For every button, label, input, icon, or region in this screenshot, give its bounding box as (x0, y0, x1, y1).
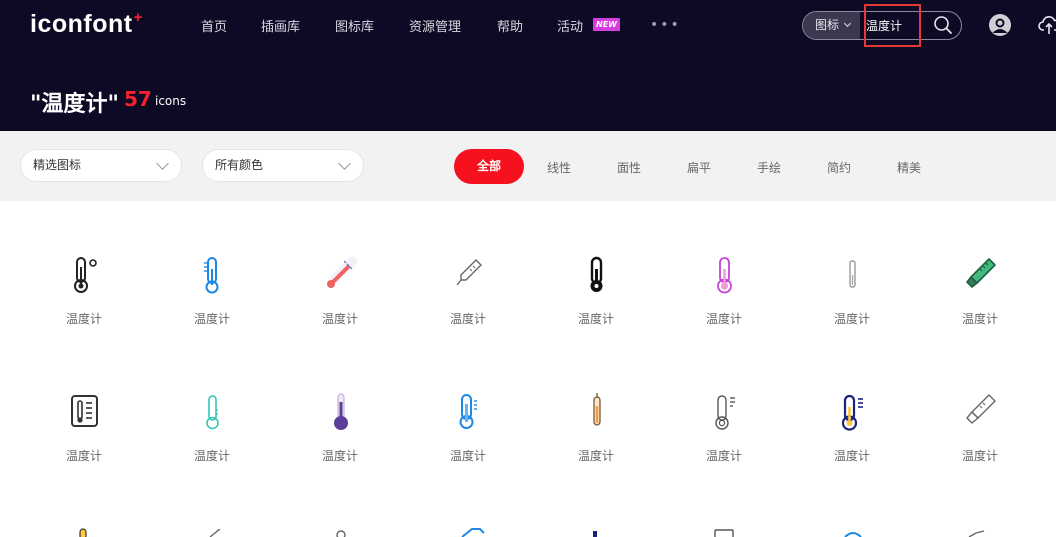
icon-card[interactable]: 温度计 (916, 255, 1044, 365)
icon-label: 温度计 (961, 312, 998, 326)
icon-label: 温度计 (449, 449, 486, 463)
icon-card[interactable]: 温度计 (788, 255, 916, 365)
thermometer-orange-icon (593, 393, 601, 426)
icon-card[interactable]: 温度计 (276, 255, 404, 365)
thermometer-panel-icon (71, 395, 98, 427)
icon-label: 温度计 (193, 449, 230, 463)
icon-card[interactable]: 温度计 (276, 392, 404, 502)
all-colors-dropdown[interactable]: 所有颜色 (202, 149, 364, 182)
icon-label: 温度计 (193, 312, 230, 326)
icon-label: 温度计 (577, 449, 614, 463)
tab-flat[interactable]: 扁平 (687, 159, 711, 176)
chevron-down-icon (843, 19, 852, 28)
thermometer-purple-icon (717, 257, 732, 294)
thermometer-blue-icon (204, 257, 219, 294)
icon-label: 温度计 (321, 312, 358, 326)
nav-home[interactable]: 首页 (201, 16, 227, 35)
thermometer-violet-bulb-icon (334, 393, 348, 430)
chevron-down-icon (156, 157, 169, 170)
thermometer-navy-yellow-icon (841, 394, 863, 431)
thermometer-partial-icon[interactable] (712, 528, 736, 537)
tab-hand-drawn[interactable]: 手绘 (757, 159, 781, 176)
nav-icon-library[interactable]: 图标库 (335, 16, 374, 35)
thermometer-partial-icon[interactable] (966, 528, 992, 537)
icon-label: 温度计 (961, 449, 998, 463)
icon-label: 温度计 (65, 312, 102, 326)
tab-simple[interactable]: 简约 (827, 159, 851, 176)
icon-grid: 温度计 温度计 温度计 温度计 温度计 温度计 温度计 温度计 温度计 温度计 … (0, 201, 1056, 537)
thermometer-celsius-icon (74, 257, 97, 293)
tab-linear[interactable]: 线性 (547, 159, 571, 176)
nav-help[interactable]: 帮助 (497, 16, 523, 35)
icon-card[interactable]: 温度计 (148, 255, 276, 365)
thermometer-partial-icon[interactable] (334, 529, 348, 537)
search-icon[interactable] (932, 14, 954, 36)
icon-label: 温度计 (449, 312, 486, 326)
icon-label: 温度计 (65, 449, 102, 463)
thermometer-blue-scale-icon (459, 394, 477, 429)
search-type-select[interactable]: 图标 (803, 12, 860, 39)
thermometer-gray-tilted-icon (966, 394, 996, 424)
thermometer-black-icon (590, 256, 603, 292)
result-unit-label: icons (155, 94, 187, 108)
icon-label: 温度计 (833, 312, 870, 326)
thermometer-teal-icon (206, 395, 219, 430)
icon-card[interactable]: 温度计 (404, 255, 532, 365)
thermometer-partial-icon[interactable] (460, 527, 486, 537)
icon-card[interactable]: 温度计 (404, 392, 532, 502)
icon-label: 温度计 (705, 449, 742, 463)
thermometer-thin-icon (849, 260, 856, 288)
chevron-down-icon (338, 157, 351, 170)
icon-label: 温度计 (705, 312, 742, 326)
thermometer-outline-tilted-icon (456, 259, 482, 286)
nav-resource-management[interactable]: 资源管理 (409, 16, 461, 35)
icon-card[interactable]: 温度计 (20, 255, 148, 365)
tab-all[interactable]: 全部 (454, 149, 524, 184)
iconfont-logo[interactable]: iconfont+ (30, 9, 142, 39)
icon-card[interactable]: 温度计 (660, 392, 788, 502)
icon-label: 温度计 (577, 312, 614, 326)
thermometer-partial-icon[interactable] (588, 529, 602, 537)
thermometer-lines-icon (715, 395, 735, 430)
search-result-title: "温度计" (30, 92, 119, 117)
icon-card[interactable]: 温度计 (660, 255, 788, 365)
icon-card[interactable]: 温度计 (532, 255, 660, 365)
icon-label: 温度计 (321, 449, 358, 463)
thermometer-red-tilted-icon (327, 256, 358, 288)
search-input-highlight (864, 4, 921, 47)
tab-refined[interactable]: 精美 (897, 159, 921, 176)
icon-card[interactable]: 温度计 (20, 392, 148, 502)
icon-card[interactable]: 温度计 (788, 392, 916, 502)
thermometer-partial-icon[interactable] (206, 529, 226, 537)
thermometer-partial-icon[interactable] (842, 529, 864, 537)
nav-activity[interactable]: 活动 (557, 16, 583, 35)
user-avatar-icon[interactable] (988, 13, 1012, 37)
icon-card[interactable]: 温度计 (916, 392, 1044, 502)
icon-label: 温度计 (833, 449, 870, 463)
icon-card[interactable]: 温度计 (148, 392, 276, 502)
result-count: 57 (124, 87, 152, 111)
thermometer-green-tilted-icon (966, 258, 996, 288)
icon-card[interactable]: 温度计 (532, 392, 660, 502)
featured-icons-dropdown[interactable]: 精选图标 (20, 149, 182, 182)
nav-illustration-library[interactable]: 插画库 (261, 16, 300, 35)
upload-cloud-icon[interactable] (1038, 13, 1056, 37)
more-menu-icon[interactable]: ••• (650, 17, 681, 33)
tab-filled[interactable]: 面性 (617, 159, 641, 176)
new-badge: NEW (593, 18, 620, 31)
thermometer-partial-icon[interactable] (76, 527, 90, 537)
